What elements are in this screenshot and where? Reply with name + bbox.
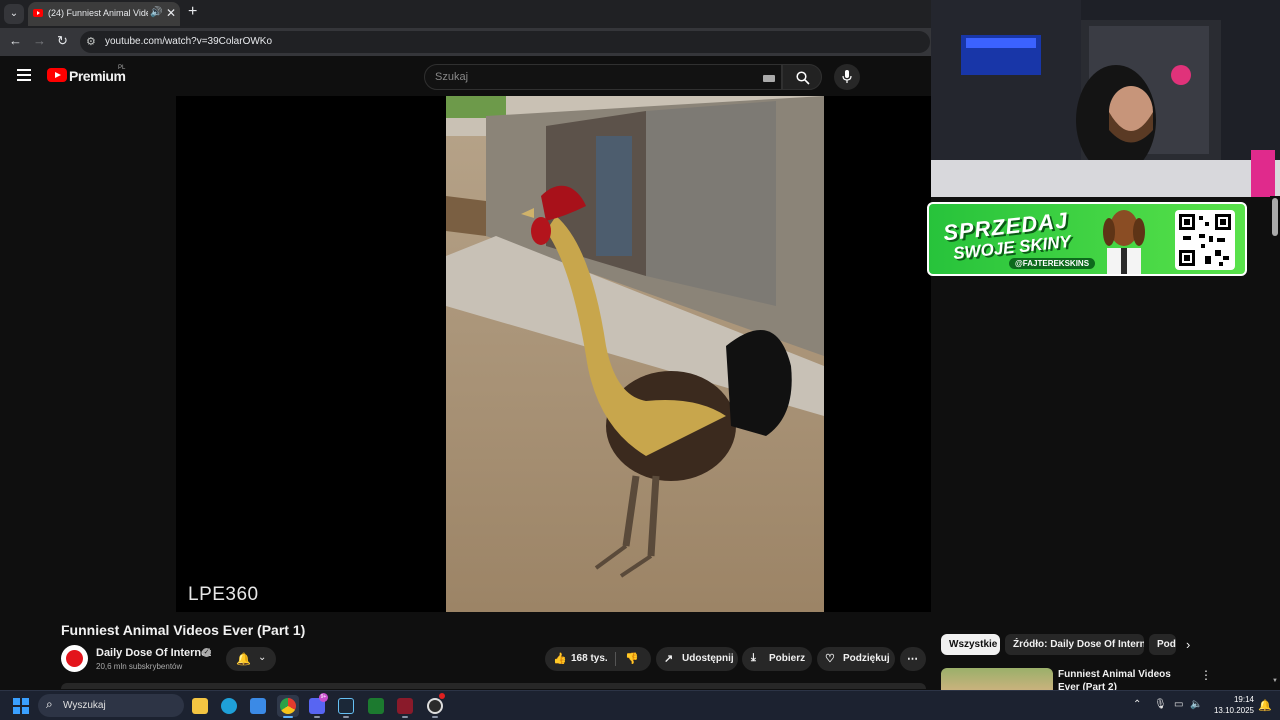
- taskbar-clock[interactable]: 19:14 13.10.2025: [1210, 694, 1254, 716]
- like-count[interactable]: 168 tys.: [571, 653, 608, 664]
- chevron-up-icon[interactable]: ⌃: [1133, 699, 1141, 710]
- speaker-icon[interactable]: 🔊: [150, 7, 162, 18]
- recommended-title[interactable]: Funniest Animal Videos Ever (Part 2): [1058, 668, 1188, 690]
- thanks-button[interactable]: ♡ Podziękuj: [817, 647, 895, 671]
- close-tab-icon[interactable]: ✕: [166, 6, 176, 20]
- banner-handle: @FAJTEREKSKINS: [1009, 258, 1096, 269]
- windows-taskbar: ⌕ Wyszukaj 9+ ⌃ 🎙 ▭ 🔈 19:14 13.10.2025 🔔: [0, 690, 1280, 720]
- bell-icon: 🔔: [236, 652, 251, 666]
- recommended-thumbnail[interactable]: [941, 668, 1053, 690]
- voice-search-button[interactable]: [834, 64, 860, 90]
- download-icon: ⤓: [751, 652, 756, 664]
- menu-icon[interactable]: [17, 69, 31, 81]
- file-explorer-icon[interactable]: [189, 695, 211, 717]
- search-button[interactable]: [782, 64, 822, 90]
- video-title: Funniest Animal Videos Ever (Part 1): [61, 622, 306, 638]
- chevron-down-icon: ⌄: [258, 652, 267, 663]
- active-indicator: [283, 716, 293, 718]
- taskbar-search[interactable]: ⌕ Wyszukaj: [38, 694, 184, 717]
- search-icon: ⌕: [46, 697, 53, 711]
- youtube-premium-logo-text[interactable]: Premium: [69, 68, 126, 84]
- streamer-webcam-image: [931, 0, 1280, 197]
- qr-code-icon: [1175, 210, 1235, 270]
- recommended-more-icon[interactable]: ⋮: [1200, 668, 1212, 682]
- obs-icon[interactable]: [424, 693, 446, 718]
- search-icon: [796, 71, 810, 85]
- microphone-icon[interactable]: 🎙: [1154, 699, 1167, 710]
- like-icon[interactable]: 👍: [553, 652, 567, 665]
- reload-icon[interactable]: ↻: [57, 33, 68, 49]
- dog-mascot-icon: [1103, 210, 1145, 274]
- share-label: Udostępnij: [682, 653, 734, 664]
- sponsor-banner[interactable]: SPRZEDAJ SWOJE SKINY @FAJTEREKSKINS: [927, 202, 1247, 276]
- discord-badge: 9+: [319, 693, 328, 702]
- clock-time: 19:14: [1233, 695, 1254, 704]
- share-button[interactable]: ↗ Udostępnij: [656, 647, 738, 671]
- like-dislike-group: 👍 168 tys. 👎: [545, 647, 651, 671]
- tab-search-button[interactable]: ⌄: [4, 4, 24, 24]
- search-input[interactable]: Szukaj: [424, 64, 782, 90]
- page-scrollbar[interactable]: [1270, 196, 1280, 688]
- description-box[interactable]: [61, 683, 926, 689]
- new-tab-button[interactable]: +: [188, 3, 197, 21]
- keyboard-icon[interactable]: [763, 75, 775, 82]
- download-button[interactable]: ⤓ Pobierz: [742, 647, 812, 671]
- channel-avatar[interactable]: [61, 645, 88, 672]
- chip-source[interactable]: Źródło: Daily Dose Of Internet: [1005, 634, 1144, 655]
- volume-icon[interactable]: 🔈: [1190, 699, 1202, 710]
- channel-name[interactable]: Daily Dose Of Internet: [96, 647, 211, 659]
- network-icon[interactable]: ▭: [1174, 699, 1183, 710]
- chip-related[interactable]: Podobne: [1149, 634, 1176, 655]
- country-code: PL: [118, 65, 126, 71]
- xbox-icon[interactable]: [365, 695, 387, 717]
- youtube-logo-icon[interactable]: [47, 68, 67, 82]
- tab-title: (24) Funniest Animal Videos Ever (Part 1…: [48, 8, 148, 18]
- clock-date: 13.10.2025: [1213, 706, 1254, 715]
- subscriber-count: 20,6 mln subskrybentów: [96, 662, 183, 671]
- youtube-favicon-icon: [33, 9, 43, 17]
- recording-badge: [439, 693, 445, 699]
- running-indicator: [314, 716, 320, 718]
- url-text[interactable]: youtube.com/watch?v=39ColarOWKo: [105, 36, 272, 47]
- browser-tab[interactable]: (24) Funniest Animal Videos Ever (Part 1…: [28, 2, 180, 26]
- more-icon: ⋯: [907, 653, 918, 665]
- dislike-icon[interactable]: 👎: [625, 652, 639, 665]
- site-info-icon[interactable]: ⚙: [86, 35, 96, 48]
- steam-icon[interactable]: [335, 695, 357, 718]
- running-indicator: [432, 716, 438, 718]
- forward-icon[interactable]: →: [33, 33, 46, 48]
- notification-bell-icon[interactable]: 🔔: [1258, 699, 1272, 712]
- scroll-down-arrow-icon[interactable]: ▼: [1272, 678, 1278, 684]
- rooster-video-image: [446, 96, 824, 612]
- edge-icon[interactable]: [218, 695, 240, 717]
- running-indicator: [343, 716, 349, 718]
- running-indicator: [402, 716, 408, 718]
- more-actions-button[interactable]: ⋯: [900, 647, 926, 671]
- windows-start-icon[interactable]: [13, 698, 29, 714]
- discord-icon[interactable]: 9+: [306, 693, 328, 718]
- game-app-icon[interactable]: [394, 695, 416, 718]
- microphone-icon: [842, 70, 852, 83]
- like-divider: [615, 652, 616, 666]
- verified-icon: ✓: [202, 648, 211, 657]
- share-icon: ↗: [664, 653, 674, 665]
- scrollbar-thumb[interactable]: [1272, 198, 1278, 236]
- back-icon[interactable]: ←: [9, 33, 22, 48]
- video-player[interactable]: LPE360: [176, 96, 931, 612]
- webcam-overlay: [931, 0, 1280, 197]
- thanks-label: Podziękuj: [843, 653, 890, 664]
- video-frame[interactable]: [446, 96, 824, 612]
- video-watermark: LPE360: [188, 584, 259, 605]
- search-placeholder: Szukaj: [435, 71, 469, 83]
- address-bar[interactable]: ⚙ youtube.com/watch?v=39ColarOWKo: [80, 31, 930, 53]
- store-icon[interactable]: [247, 695, 269, 717]
- download-label: Pobierz: [769, 653, 806, 664]
- subscribed-notification-button[interactable]: 🔔 ⌄: [226, 647, 276, 671]
- taskbar-search-text: Wyszukaj: [63, 700, 106, 711]
- chrome-icon[interactable]: [277, 695, 299, 718]
- chip-all[interactable]: Wszystkie: [941, 634, 1000, 655]
- chevron-right-icon[interactable]: ›: [1186, 637, 1190, 652]
- super-thanks-icon: ♡: [825, 653, 835, 665]
